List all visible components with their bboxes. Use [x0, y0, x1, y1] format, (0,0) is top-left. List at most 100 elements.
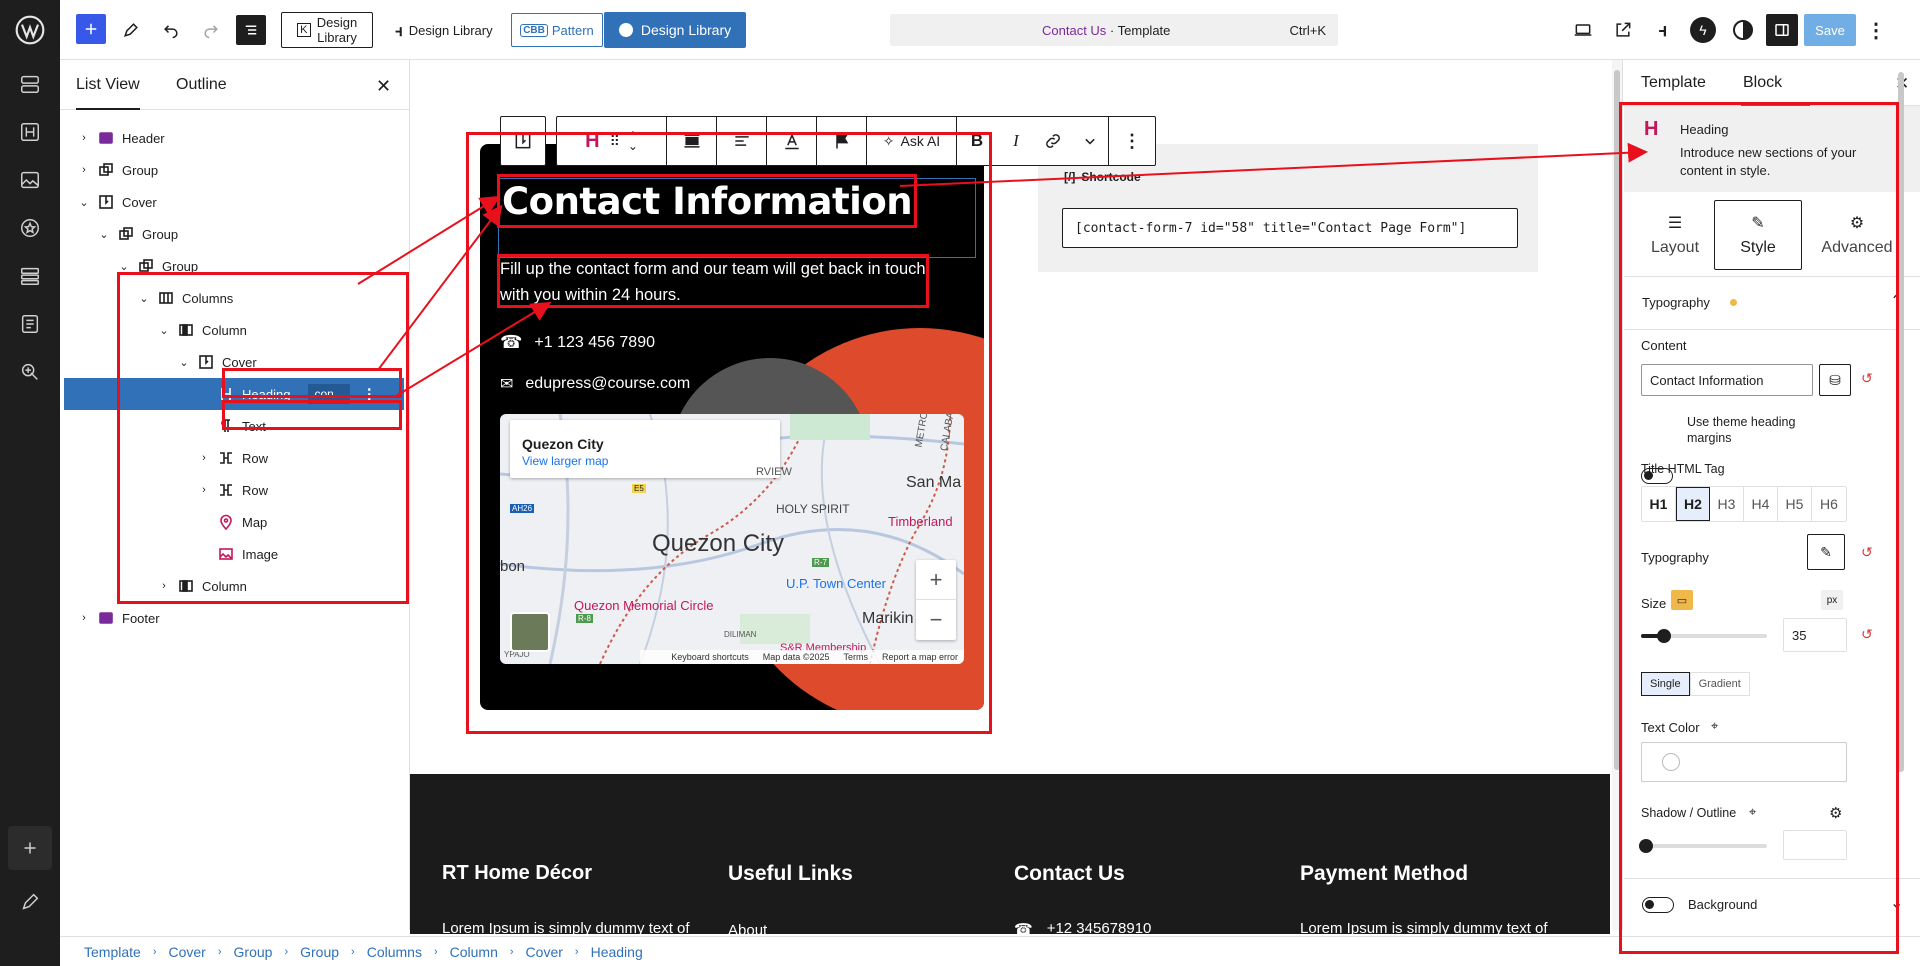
size-input[interactable]: 35	[1783, 618, 1847, 652]
background-toggle[interactable]	[1642, 897, 1674, 913]
wordpress-logo-icon[interactable]	[12, 12, 48, 48]
list-item[interactable]: › Group	[64, 154, 404, 186]
subtab-style[interactable]: ✎ Style	[1714, 200, 1802, 270]
drag-handle-icon[interactable]: ⠿	[610, 133, 620, 150]
design-library-box-button[interactable]: K Design Library	[281, 12, 373, 48]
html-tag-h2[interactable]: H2	[1676, 487, 1710, 521]
ask-ai-button[interactable]: ✧ Ask AI	[867, 117, 957, 165]
starred-icon[interactable]	[12, 210, 48, 246]
edit-pencil-icon[interactable]	[12, 884, 48, 920]
reset-icon[interactable]: ↺	[1861, 626, 1873, 643]
tab-outline[interactable]: Outline	[176, 76, 227, 94]
patterns-icon[interactable]	[12, 66, 48, 102]
google-map-embed[interactable]: Quezon City View larger map Quezon City …	[500, 414, 964, 664]
parent-block-button[interactable]	[500, 116, 546, 166]
list-item[interactable]: › Footer	[64, 602, 404, 634]
list-item[interactable]: Image	[64, 538, 404, 570]
view-larger-map-link[interactable]: View larger map	[522, 454, 608, 468]
list-item[interactable]: › Row	[64, 442, 404, 474]
shortcode-input[interactable]: [contact-form-7 id="58" title="Contact P…	[1062, 208, 1518, 248]
list-item[interactable]: ⌄ Group	[64, 218, 404, 250]
contact-cover-block[interactable]: Contact Information Fill up the contact …	[480, 144, 984, 710]
color-mode-single[interactable]: Single	[1641, 672, 1690, 696]
satellite-toggle[interactable]	[510, 612, 550, 652]
html-tag-h4[interactable]: H4	[1744, 487, 1778, 521]
tab-list-view[interactable]: List View	[76, 76, 140, 110]
contact-heading[interactable]: Contact Information	[502, 180, 913, 223]
map-zoom-out-button[interactable]: −	[916, 600, 956, 640]
tab-block[interactable]: Block	[1741, 74, 1811, 107]
text-color-icon[interactable]	[767, 117, 817, 165]
html-tag-h1[interactable]: H1	[1642, 487, 1676, 521]
list-item[interactable]: ⌄ Cover	[64, 346, 404, 378]
breadcrumb-item[interactable]: Group	[300, 944, 339, 960]
link-icon[interactable]	[1035, 117, 1071, 165]
chevron-right-icon[interactable]: ›	[196, 452, 212, 464]
keyboard-shortcuts-link[interactable]: Keyboard shortcuts	[671, 652, 749, 662]
breadcrumb-item[interactable]: Template	[84, 944, 141, 960]
align-block-icon[interactable]	[667, 117, 717, 165]
dynamic-content-database-icon[interactable]: ⛁	[1819, 364, 1851, 396]
stackable-icon[interactable]: ꟶ	[1648, 12, 1678, 48]
canvas-scrollbar[interactable]	[1612, 60, 1622, 930]
list-item[interactable]: Map	[64, 506, 404, 538]
text-color-picker[interactable]	[1641, 742, 1847, 782]
list-item[interactable]: ⌄ Columns	[64, 282, 404, 314]
breadcrumb-item[interactable]: Cover	[168, 944, 205, 960]
size-slider[interactable]	[1641, 629, 1767, 643]
chevron-right-icon[interactable]: ›	[76, 132, 92, 144]
list-item[interactable]: Heading con... ⋮	[64, 378, 404, 410]
chevron-right-icon[interactable]: ›	[76, 612, 92, 624]
chevron-down-icon[interactable]: ⌄	[96, 228, 112, 241]
map-zoom-in-button[interactable]: +	[916, 560, 956, 600]
contact-text[interactable]: Fill up the contact form and our team wi…	[500, 256, 940, 308]
chevron-down-icon[interactable]: ⌄	[76, 196, 92, 209]
more-formats-chevron-icon[interactable]	[1071, 117, 1109, 165]
contrast-icon[interactable]	[1728, 12, 1758, 48]
background-section-header[interactable]: Background ⌄	[1624, 878, 1920, 930]
align-text-left-icon[interactable]	[717, 117, 767, 165]
list-item[interactable]: ⌄ Group	[64, 250, 404, 282]
list-item[interactable]: › Column	[64, 570, 404, 602]
chevron-down-icon[interactable]: ⌄	[176, 356, 192, 369]
chevron-right-icon[interactable]: ›	[156, 580, 172, 592]
design-library-link[interactable]: ꟶ Design Library	[386, 12, 502, 48]
breadcrumb-item[interactable]: Columns	[367, 944, 422, 960]
hover-state-cursor-icon[interactable]: ⌖	[1711, 718, 1718, 734]
pattern-button[interactable]: CBB Pattern	[511, 13, 603, 47]
breadcrumb-item[interactable]: Group	[234, 944, 273, 960]
reset-icon[interactable]: ↺	[1861, 370, 1873, 387]
size-unit[interactable]: px	[1821, 590, 1843, 610]
list-item[interactable]: ⌄ Column	[64, 314, 404, 346]
html-tag-h6[interactable]: H6	[1812, 487, 1846, 521]
typography-section-header[interactable]: Typography ⌃	[1624, 276, 1920, 330]
html-tag-h5[interactable]: H5	[1778, 487, 1812, 521]
html-tag-h3[interactable]: H3	[1710, 487, 1744, 521]
close-icon[interactable]: ✕	[376, 76, 391, 97]
block-options-icon[interactable]: ⋮	[1109, 117, 1155, 165]
add-block-icon[interactable]	[8, 826, 52, 870]
header-block-icon[interactable]	[12, 114, 48, 150]
options-kebab-icon[interactable]: ⋮	[1866, 12, 1886, 48]
color-mode-gradient[interactable]: Gradient	[1689, 672, 1750, 696]
gear-icon[interactable]: ⚙	[1829, 804, 1842, 822]
bold-icon[interactable]: B	[957, 117, 997, 165]
settings-scrollbar[interactable]	[1897, 60, 1905, 930]
settings-sidebar-toggle-icon[interactable]	[1766, 14, 1798, 46]
row-options-kebab-icon[interactable]: ⋮	[362, 385, 377, 403]
hover-state-cursor-icon[interactable]: ⌖	[1749, 804, 1756, 820]
move-up-down-icon[interactable]: ⌃ ⌄	[628, 130, 638, 152]
desktop-preview-icon[interactable]	[1568, 12, 1598, 48]
terms-link[interactable]: Terms	[843, 652, 868, 662]
shadow-slider[interactable]	[1639, 839, 1767, 853]
reset-icon[interactable]: ↺	[1861, 544, 1873, 561]
inserter-toggle-button[interactable]	[76, 14, 106, 44]
undo-icon[interactable]	[156, 12, 186, 48]
typography-edit-pencil-icon[interactable]: ✎	[1807, 534, 1845, 570]
chevron-down-icon[interactable]: ⌄	[156, 324, 172, 337]
chevron-right-icon[interactable]: ›	[196, 484, 212, 496]
list-item[interactable]: Text	[64, 410, 404, 442]
size-slider-thumb[interactable]	[1656, 629, 1671, 643]
bolt-circle-icon[interactable]: ϟ	[1688, 12, 1718, 48]
tools-pencil-icon[interactable]	[116, 12, 146, 48]
